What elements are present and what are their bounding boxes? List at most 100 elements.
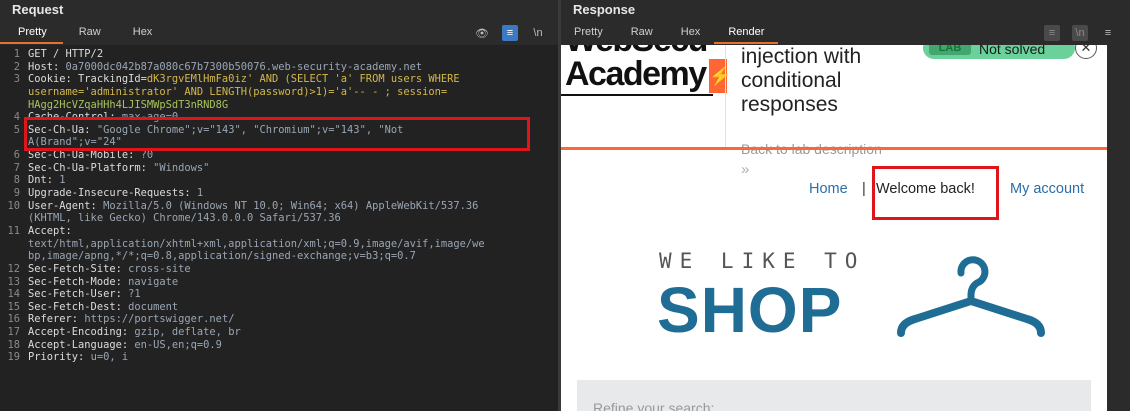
header-value: 0a7000dc042b87a080c67b7300b50076.web-sec… (65, 60, 423, 73)
nav-home-link[interactable]: Home (809, 181, 848, 197)
line-number: 9 (13, 187, 20, 200)
line-number: 16 (7, 313, 20, 326)
header-value: (KHTML, like Gecko) Chrome/143.0.0.0 Saf… (28, 212, 341, 225)
tab-raw[interactable]: Raw (617, 22, 667, 44)
header-name: Sec-Fetch-User: (28, 288, 129, 301)
search-panel: Refine your search: (577, 380, 1091, 411)
rendered-page[interactable]: WebSecu Academy ⚡ injection withconditio… (561, 45, 1107, 411)
tab-pretty[interactable]: Pretty (561, 22, 617, 44)
header-name: Sec-Fetch-Mode: (28, 275, 129, 288)
tab-pretty[interactable]: Pretty (0, 22, 63, 44)
line-number: 4 (13, 111, 20, 124)
code-line: Sec-Ch-Ua-Platform: "Windows" (28, 162, 538, 175)
tab-hex[interactable]: Hex (667, 22, 715, 44)
header-value: 1 (59, 174, 66, 187)
code-line: text/html,application/xhtml+xml,applicat… (28, 238, 538, 251)
request-tabs: Pretty Raw Hex (0, 22, 168, 44)
line-number: 6 (13, 149, 20, 162)
header-rule (561, 147, 1107, 150)
header-value: text/html,application/xhtml+xml,applicat… (28, 237, 485, 250)
tab-raw[interactable]: Raw (63, 22, 117, 44)
request-pane: Request Pretty Raw Hex 👁 ≡ \n 1234567891… (0, 0, 558, 411)
line-number: 11 (7, 224, 20, 237)
lab-title-line: responses (741, 93, 838, 116)
code-line: (KHTML, like Gecko) Chrome/143.0.0.0 Saf… (28, 212, 538, 225)
code-line: Cookie: TrackingId=dK3rgvEMlHmFa0iz' AND… (28, 73, 538, 86)
code-line: GET / HTTP/2 (28, 48, 538, 61)
line-number (0, 136, 24, 149)
header-value: document (128, 300, 179, 313)
line-number: 18 (7, 338, 20, 351)
line-number: 19 (7, 351, 20, 364)
header-value: username='administrator' AND LENGTH(pass… (28, 85, 448, 98)
lab-title: injection with conditional responses (741, 45, 861, 117)
line-number: 14 (7, 288, 20, 301)
newline-icon[interactable]: \n (530, 25, 546, 41)
code-line: Accept: (28, 225, 538, 238)
code-line: Dnt: 1 (28, 174, 538, 187)
code-line: Sec-Fetch-Site: cross-site (28, 263, 538, 276)
request-code[interactable]: GET / HTTP/2 Host: 0a7000dc042b87a080c67b… (28, 48, 538, 364)
code-line: Upgrade-Insecure-Requests: 1 (28, 187, 538, 200)
web-security-academy-logo: WebSecu Academy (565, 45, 708, 93)
header-name: Accept: (28, 224, 79, 237)
newline-icon[interactable]: \n (1072, 25, 1088, 41)
nav-my-account-link[interactable]: My account (1010, 181, 1084, 197)
eye-off-icon[interactable]: 👁 (474, 25, 490, 41)
code-line: username='administrator' AND LENGTH(pass… (28, 86, 538, 99)
chevron-icon: » (741, 161, 750, 178)
line-number (0, 238, 24, 251)
tab-hex[interactable]: Hex (117, 22, 169, 44)
code-line: Referer: https://portswigger.net/ (28, 313, 538, 326)
code-line: Sec-Ch-Ua-Mobile: ?0 (28, 149, 538, 162)
request-editor[interactable]: 1 2 3 4 5 6 7 8 9 10 11 12 13 14 15 16 17 18 19 GET / HTTP… (0, 45, 558, 411)
cookie-highlight-box (24, 117, 530, 151)
lab-label: LAB (929, 45, 971, 55)
close-icon[interactable]: ✕ (1075, 45, 1097, 59)
line-number: 10 (7, 199, 20, 212)
request-toolbar: 👁 ≡ \n (474, 25, 546, 41)
wrap-icon[interactable]: ≡ (502, 25, 518, 41)
response-title: Response (573, 2, 636, 17)
header-name: Sec-Fetch-Site: (28, 262, 129, 275)
code-line: Priority: u=0, i (28, 351, 538, 364)
code-line: HAgg2HcVZqaHHh4LJISMWpSdT3nRND8G (28, 99, 538, 112)
line-number-gutter: 1 2 3 4 5 6 7 8 9 10 11 12 13 14 15 16 17 18 19 (0, 48, 24, 364)
nav-separator: | (862, 181, 866, 197)
shop-tagline: WE LIKE TO (659, 249, 866, 273)
line-number: 5 (13, 123, 20, 136)
header-name: Upgrade-Insecure-Requests: (28, 187, 197, 200)
header-name: User-Agent: (28, 199, 104, 212)
menu-icon[interactable]: ≡ (1100, 25, 1116, 41)
header-name: Accept-Encoding: (28, 326, 135, 339)
header-value: https://portswigger.net/ (84, 313, 235, 326)
header-value: bp,image/apng,*/*;q=0.8,application/sign… (28, 250, 416, 263)
code-line: Host: 0a7000dc042b87a080c67b7300b50076.w… (28, 61, 538, 74)
tab-render[interactable]: Render (714, 22, 779, 44)
header-value: HAgg2HcVZqaHHh4LJISMWpSdT3nRND8G (28, 98, 229, 111)
header-value: Mozilla/5.0 (Windows NT 10.0; Win64; x64… (103, 199, 479, 212)
header-value: 1 (196, 187, 204, 200)
code-line: Sec-Fetch-Mode: navigate (28, 276, 538, 289)
wrap-icon[interactable]: ≡ (1044, 25, 1060, 41)
code-line: User-Agent: Mozilla/5.0 (Windows NT 10.0… (28, 200, 538, 213)
header-value: en-US,en;q=0.9 (134, 338, 222, 351)
line-number: 8 (13, 174, 20, 187)
line-number: 7 (13, 161, 20, 174)
code-line: Sec-Fetch-User: ?1 (28, 288, 538, 301)
code-line: Accept-Language: en-US,en;q=0.9 (28, 339, 538, 352)
line-number: 12 (7, 262, 20, 275)
header-value: gzip, deflate, br (134, 326, 241, 339)
header-name: GET / HTTP/2 (28, 48, 104, 60)
response-scrollbar[interactable] (1107, 45, 1130, 411)
header-value: "Windows" (153, 161, 210, 174)
line-number: 15 (7, 300, 20, 313)
header-name: Dnt: (28, 174, 60, 187)
lab-title-line: injection with (741, 45, 862, 68)
request-title: Request (12, 2, 64, 17)
header-name: Accept-Language: (28, 338, 135, 351)
header-value: navigate (128, 275, 179, 288)
logo-line-2: Academy (565, 55, 707, 93)
line-number (0, 86, 24, 99)
line-number (0, 212, 24, 225)
